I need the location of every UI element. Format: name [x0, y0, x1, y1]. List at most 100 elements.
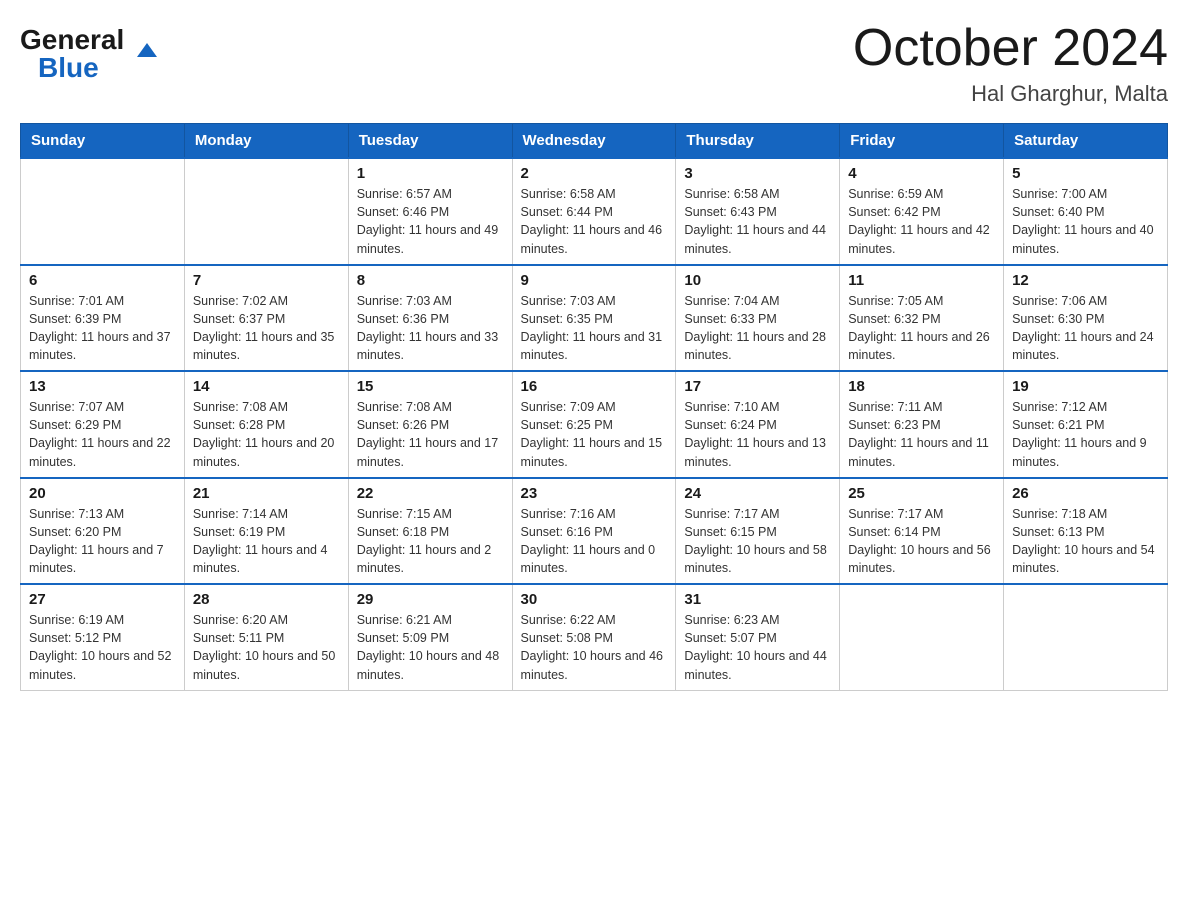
day-number: 14	[193, 378, 340, 395]
day-detail: Sunrise: 7:18 AMSunset: 6:13 PMDaylight:…	[1012, 505, 1159, 578]
day-number: 6	[29, 272, 176, 289]
day-number: 5	[1012, 165, 1159, 182]
day-number: 2	[521, 165, 668, 182]
day-detail: Sunrise: 7:11 AMSunset: 6:23 PMDaylight:…	[848, 398, 995, 471]
week-row-3: 13Sunrise: 7:07 AMSunset: 6:29 PMDayligh…	[21, 371, 1168, 478]
day-detail: Sunrise: 7:17 AMSunset: 6:15 PMDaylight:…	[684, 505, 831, 578]
day-detail: Sunrise: 7:12 AMSunset: 6:21 PMDaylight:…	[1012, 398, 1159, 471]
calendar-header-row: SundayMondayTuesdayWednesdayThursdayFrid…	[21, 124, 1168, 159]
title-block: October 2024 Hal Gharghur, Malta	[853, 20, 1168, 107]
calendar-cell: 17Sunrise: 7:10 AMSunset: 6:24 PMDayligh…	[676, 371, 840, 478]
calendar-header-thursday: Thursday	[676, 124, 840, 159]
calendar-cell: 11 Sunrise: 7:05 AMSunset: 6:32 PMDayligh…	[840, 265, 1004, 372]
week-row-2: 6 Sunrise: 7:01 AMSunset: 6:39 PMDaylight…	[21, 265, 1168, 372]
day-detail: Sunrise: 6:59 AMSunset: 6:42 PMDaylight:…	[848, 185, 995, 258]
day-number: 11	[848, 272, 995, 289]
day-number: 28	[193, 591, 340, 608]
day-number: 19	[1012, 378, 1159, 395]
day-detail: Sunrise: 7:05 AMSunset: 6:32 PMDaylight:…	[848, 292, 995, 365]
day-detail: Sunrise: 7:03 AMSunset: 6:36 PMDaylight:…	[357, 292, 504, 365]
calendar-cell	[184, 158, 348, 265]
calendar-header-wednesday: Wednesday	[512, 124, 676, 159]
calendar-cell: 31 Sunrise: 6:23 AMSunset: 5:07 PMDayligh…	[676, 584, 840, 690]
calendar-cell: 15 Sunrise: 7:08 AMSunset: 6:26 PMDayligh…	[348, 371, 512, 478]
day-detail: Sunrise: 7:08 AMSunset: 6:28 PMDaylight:…	[193, 398, 340, 471]
day-number: 4	[848, 165, 995, 182]
calendar-header-monday: Monday	[184, 124, 348, 159]
day-number: 29	[357, 591, 504, 608]
day-detail: Sunrise: 7:17 AMSunset: 6:14 PMDaylight:…	[848, 505, 995, 578]
calendar-cell: 25 Sunrise: 7:17 AMSunset: 6:14 PMDayligh…	[840, 478, 1004, 585]
day-detail: Sunrise: 6:22 AMSunset: 5:08 PMDaylight:…	[521, 611, 668, 684]
calendar-cell: 30 Sunrise: 6:22 AMSunset: 5:08 PMDayligh…	[512, 584, 676, 690]
day-number: 9	[521, 272, 668, 289]
day-number: 8	[357, 272, 504, 289]
calendar-cell: 1Sunrise: 6:57 AMSunset: 6:46 PMDaylight…	[348, 158, 512, 265]
day-number: 31	[684, 591, 831, 608]
calendar-cell	[21, 158, 185, 265]
calendar-cell: 5 Sunrise: 7:00 AMSunset: 6:40 PMDaylight…	[1004, 158, 1168, 265]
calendar-table: SundayMondayTuesdayWednesdayThursdayFrid…	[20, 123, 1168, 691]
day-number: 16	[521, 378, 668, 395]
day-number: 10	[684, 272, 831, 289]
calendar-cell	[1004, 584, 1168, 690]
calendar-cell: 9Sunrise: 7:03 AMSunset: 6:35 PMDaylight…	[512, 265, 676, 372]
day-detail: Sunrise: 7:13 AMSunset: 6:20 PMDaylight:…	[29, 505, 176, 578]
calendar-cell: 13Sunrise: 7:07 AMSunset: 6:29 PMDayligh…	[21, 371, 185, 478]
calendar-cell	[840, 584, 1004, 690]
calendar-cell: 7 Sunrise: 7:02 AMSunset: 6:37 PMDaylight…	[184, 265, 348, 372]
day-detail: Sunrise: 7:01 AMSunset: 6:39 PMDaylight:…	[29, 292, 176, 365]
day-detail: Sunrise: 7:14 AMSunset: 6:19 PMDaylight:…	[193, 505, 340, 578]
day-detail: Sunrise: 6:58 AMSunset: 6:44 PMDaylight:…	[521, 185, 668, 258]
day-detail: Sunrise: 7:08 AMSunset: 6:26 PMDaylight:…	[357, 398, 504, 471]
day-number: 7	[193, 272, 340, 289]
calendar-cell: 20 Sunrise: 7:13 AMSunset: 6:20 PMDayligh…	[21, 478, 185, 585]
calendar-cell: 21Sunrise: 7:14 AMSunset: 6:19 PMDayligh…	[184, 478, 348, 585]
page-header: General Blue October 2024 Hal Gharghur, …	[20, 20, 1168, 107]
day-detail: Sunrise: 7:16 AMSunset: 6:16 PMDaylight:…	[521, 505, 668, 578]
calendar-cell: 14 Sunrise: 7:08 AMSunset: 6:28 PMDayligh…	[184, 371, 348, 478]
day-detail: Sunrise: 7:07 AMSunset: 6:29 PMDaylight:…	[29, 398, 176, 471]
calendar-cell: 12 Sunrise: 7:06 AMSunset: 6:30 PMDayligh…	[1004, 265, 1168, 372]
day-number: 12	[1012, 272, 1159, 289]
day-detail: Sunrise: 7:04 AMSunset: 6:33 PMDaylight:…	[684, 292, 831, 365]
calendar-header-tuesday: Tuesday	[348, 124, 512, 159]
calendar-header-sunday: Sunday	[21, 124, 185, 159]
calendar-cell: 6 Sunrise: 7:01 AMSunset: 6:39 PMDaylight…	[21, 265, 185, 372]
day-detail: Sunrise: 6:23 AMSunset: 5:07 PMDaylight:…	[684, 611, 831, 684]
day-detail: Sunrise: 7:00 AMSunset: 6:40 PMDaylight:…	[1012, 185, 1159, 258]
day-number: 27	[29, 591, 176, 608]
day-number: 3	[684, 165, 831, 182]
day-detail: Sunrise: 7:06 AMSunset: 6:30 PMDaylight:…	[1012, 292, 1159, 365]
month-year-title: October 2024	[853, 20, 1168, 77]
calendar-cell: 4 Sunrise: 6:59 AMSunset: 6:42 PMDaylight…	[840, 158, 1004, 265]
calendar-cell: 10 Sunrise: 7:04 AMSunset: 6:33 PMDayligh…	[676, 265, 840, 372]
day-number: 15	[357, 378, 504, 395]
day-number: 30	[521, 591, 668, 608]
day-detail: Sunrise: 7:09 AMSunset: 6:25 PMDaylight:…	[521, 398, 668, 471]
week-row-4: 20 Sunrise: 7:13 AMSunset: 6:20 PMDayligh…	[21, 478, 1168, 585]
calendar-cell: 18Sunrise: 7:11 AMSunset: 6:23 PMDayligh…	[840, 371, 1004, 478]
day-detail: Sunrise: 7:15 AMSunset: 6:18 PMDaylight:…	[357, 505, 504, 578]
day-detail: Sunrise: 6:20 AMSunset: 5:11 PMDaylight:…	[193, 611, 340, 684]
day-number: 1	[357, 165, 504, 182]
calendar-cell: 16 Sunrise: 7:09 AMSunset: 6:25 PMDayligh…	[512, 371, 676, 478]
day-number: 23	[521, 485, 668, 502]
calendar-cell: 22 Sunrise: 7:15 AMSunset: 6:18 PMDayligh…	[348, 478, 512, 585]
calendar-header-saturday: Saturday	[1004, 124, 1168, 159]
day-number: 25	[848, 485, 995, 502]
day-detail: Sunrise: 6:19 AMSunset: 5:12 PMDaylight:…	[29, 611, 176, 684]
day-detail: Sunrise: 6:21 AMSunset: 5:09 PMDaylight:…	[357, 611, 504, 684]
calendar-cell: 28 Sunrise: 6:20 AMSunset: 5:11 PMDayligh…	[184, 584, 348, 690]
calendar-cell: 23 Sunrise: 7:16 AMSunset: 6:16 PMDayligh…	[512, 478, 676, 585]
day-number: 22	[357, 485, 504, 502]
day-number: 20	[29, 485, 176, 502]
calendar-cell: 19 Sunrise: 7:12 AMSunset: 6:21 PMDayligh…	[1004, 371, 1168, 478]
logo-blue-text: Blue	[20, 52, 99, 84]
week-row-5: 27 Sunrise: 6:19 AMSunset: 5:12 PMDayligh…	[21, 584, 1168, 690]
calendar-cell: 27 Sunrise: 6:19 AMSunset: 5:12 PMDayligh…	[21, 584, 185, 690]
calendar-header-friday: Friday	[840, 124, 1004, 159]
day-detail: Sunrise: 7:02 AMSunset: 6:37 PMDaylight:…	[193, 292, 340, 365]
logo: General Blue	[20, 20, 137, 84]
calendar-cell: 26Sunrise: 7:18 AMSunset: 6:13 PMDayligh…	[1004, 478, 1168, 585]
